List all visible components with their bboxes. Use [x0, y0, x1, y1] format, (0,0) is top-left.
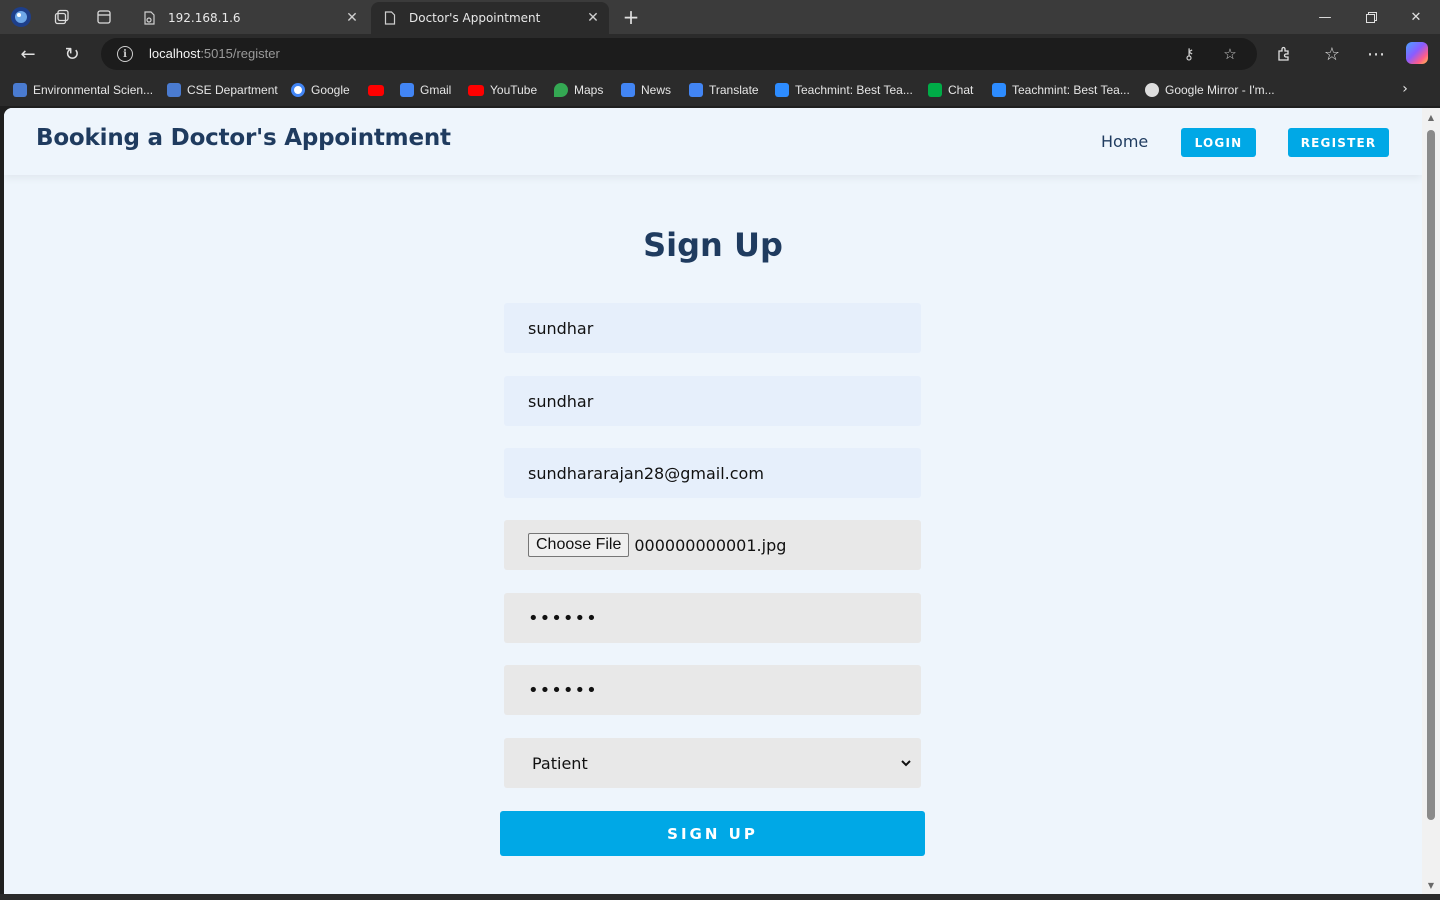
- chat-icon: [928, 83, 942, 97]
- profile-avatar-icon[interactable]: [9, 5, 33, 29]
- restore-icon[interactable]: [1360, 6, 1382, 28]
- reload-icon[interactable]: ↻: [60, 42, 84, 66]
- first-name-value: sundhar: [528, 318, 594, 338]
- docs-icon: [400, 83, 414, 97]
- confirm-password-input[interactable]: ••••••: [504, 665, 921, 715]
- bookmark-favicon-icon: [167, 83, 181, 97]
- tab-actions-icon[interactable]: [92, 5, 116, 29]
- page-viewport: Booking a Doctor's Appointment Home LOGI…: [4, 108, 1422, 894]
- youtube-icon: [368, 84, 384, 96]
- browser-toolbar: ← ↻ i localhost:5015/register ⚷ ☆ ☆ ⋯: [0, 34, 1440, 74]
- chevron-down-icon: [901, 756, 911, 770]
- maps-pin-icon: [554, 83, 568, 97]
- translate-icon: [689, 83, 703, 97]
- bookmark-chat[interactable]: Chat: [928, 82, 973, 98]
- scroll-up-arrow-icon[interactable]: ▲: [1426, 112, 1436, 122]
- password-mask: ••••••: [528, 607, 598, 629]
- back-icon[interactable]: ←: [16, 42, 40, 66]
- google-icon: [291, 83, 305, 97]
- address-url: localhost:5015/register: [149, 46, 280, 61]
- bookmark-translate[interactable]: Translate: [689, 82, 759, 98]
- page-icon: [383, 11, 397, 25]
- new-tab-icon[interactable]: +: [620, 5, 642, 29]
- chevron-right-icon[interactable]: ›: [1396, 80, 1414, 98]
- bookmark-teachmint-2[interactable]: Teachmint: Best Tea...: [992, 82, 1130, 98]
- role-selected-value: Patient: [532, 753, 588, 773]
- bookmark-gmail[interactable]: Gmail: [400, 82, 451, 98]
- tab-title: Doctor's Appointment: [409, 11, 541, 25]
- window-bottom-edge: [0, 894, 1440, 900]
- copilot-icon[interactable]: [1406, 42, 1428, 64]
- more-menu-icon[interactable]: ⋯: [1364, 42, 1388, 66]
- minimize-icon[interactable]: —: [1314, 6, 1336, 28]
- page-scrollbar[interactable]: ▲ ▼: [1422, 108, 1440, 894]
- bookmark-environmental-science[interactable]: Environmental Scien...: [13, 82, 153, 98]
- file-name: 000000000001.jpg: [634, 535, 787, 555]
- favorites-icon[interactable]: ☆: [1320, 42, 1344, 66]
- scroll-down-arrow-icon[interactable]: ▼: [1426, 880, 1436, 890]
- confirm-password-mask: ••••••: [528, 679, 598, 701]
- extensions-icon[interactable]: [1272, 42, 1296, 66]
- choose-file-button[interactable]: Choose File: [528, 533, 630, 557]
- site-info-icon[interactable]: i: [117, 46, 133, 62]
- close-tab-icon[interactable]: ✕: [344, 10, 360, 26]
- password-key-icon[interactable]: ⚷: [1179, 44, 1199, 64]
- bookmarks-bar: Environmental Scien... CSE Department Go…: [0, 74, 1440, 106]
- bookmark-google-mirror[interactable]: Google Mirror - I'm...: [1145, 82, 1275, 98]
- bookmark-youtube-unnamed[interactable]: [368, 82, 390, 98]
- teachmint-icon: [775, 83, 789, 97]
- address-bar[interactable]: i localhost:5015/register ⚷ ☆: [101, 38, 1257, 70]
- doc-sync-icon: [142, 11, 156, 25]
- bookmark-news[interactable]: News: [621, 82, 671, 98]
- role-select[interactable]: Patient: [504, 738, 921, 788]
- bookmark-maps[interactable]: Maps: [554, 82, 603, 98]
- page-title: Sign Up: [643, 226, 783, 264]
- tab-title: 192.168.1.6: [168, 11, 241, 25]
- scroll-thumb[interactable]: [1427, 130, 1435, 820]
- sign-up-button[interactable]: SIGN UP: [500, 811, 925, 856]
- bookmark-cse-department[interactable]: CSE Department: [167, 82, 278, 98]
- bookmark-youtube[interactable]: YouTube: [468, 82, 537, 98]
- nav-login-button[interactable]: LOGIN: [1181, 128, 1256, 157]
- nav-home-link[interactable]: Home: [1101, 132, 1148, 151]
- nav-register-button[interactable]: REGISTER: [1288, 128, 1389, 157]
- tab-bar: 192.168.1.6 ✕ Doctor's Appointment ✕ + —…: [0, 0, 1440, 34]
- password-input[interactable]: ••••••: [504, 593, 921, 643]
- last-name-input[interactable]: sundhar: [504, 376, 921, 426]
- tab-doctors-appointment[interactable]: Doctor's Appointment ✕: [371, 2, 609, 34]
- email-input[interactable]: sundhararajan28@gmail.com: [504, 448, 921, 498]
- news-icon: [621, 83, 635, 97]
- bookmark-google[interactable]: Google: [291, 82, 350, 98]
- bookmark-favicon-icon: [13, 83, 27, 97]
- youtube-icon: [468, 84, 484, 96]
- first-name-input[interactable]: sundhar: [504, 303, 921, 353]
- file-upload-field: Choose File 000000000001.jpg: [504, 520, 921, 570]
- close-window-icon[interactable]: ✕: [1405, 6, 1427, 28]
- email-value: sundhararajan28@gmail.com: [528, 463, 764, 483]
- chrome-icon: [1145, 83, 1159, 97]
- tab-ip[interactable]: 192.168.1.6 ✕: [130, 2, 368, 34]
- workspaces-icon[interactable]: [50, 5, 74, 29]
- bookmark-teachmint-1[interactable]: Teachmint: Best Tea...: [775, 82, 913, 98]
- site-brand[interactable]: Booking a Doctor's Appointment: [36, 125, 451, 151]
- last-name-value: sundhar: [528, 391, 594, 411]
- close-tab-icon[interactable]: ✕: [585, 10, 601, 26]
- site-navbar: Booking a Doctor's Appointment Home LOGI…: [4, 108, 1422, 175]
- teachmint-icon: [992, 83, 1006, 97]
- favorite-star-icon[interactable]: ☆: [1220, 44, 1240, 64]
